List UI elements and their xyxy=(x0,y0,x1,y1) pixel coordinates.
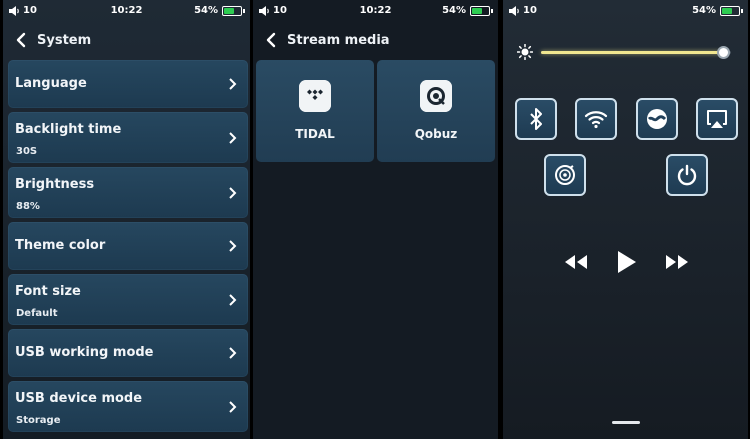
fast-forward-icon[interactable] xyxy=(664,253,690,271)
back-arrow-icon[interactable] xyxy=(11,29,33,51)
chevron-right-icon xyxy=(229,186,237,199)
streaming-icon xyxy=(647,109,667,129)
tidal-label: TIDAL xyxy=(295,127,335,141)
stream-media-screen: 10 10:22 54% Stream media TIDAL Qobuz xyxy=(253,0,498,439)
back-arrow-icon[interactable] xyxy=(261,29,283,51)
bluetooth-icon xyxy=(530,108,542,130)
brightness-slider-fill xyxy=(541,51,724,54)
tidal-icon xyxy=(299,80,331,112)
battery-icon xyxy=(470,5,493,16)
qobuz-icon xyxy=(420,80,452,112)
tidal-tile[interactable]: TIDAL xyxy=(256,60,374,162)
play-icon[interactable] xyxy=(616,249,638,275)
volume-level: 10 xyxy=(523,5,537,16)
page-title: Stream media xyxy=(287,32,390,48)
setting-label: Backlight time xyxy=(15,122,122,137)
home-indicator[interactable] xyxy=(612,421,640,424)
power-icon xyxy=(677,164,697,186)
battery-percent: 54% xyxy=(194,5,218,16)
chevron-right-icon xyxy=(229,131,237,144)
status-bar: 10 10:22 54% xyxy=(253,0,498,22)
setting-brightness[interactable]: Brightness 88% xyxy=(8,167,248,218)
chevron-right-icon xyxy=(229,347,237,359)
rewind-icon[interactable] xyxy=(563,253,589,271)
stream-service-grid: TIDAL Qobuz xyxy=(256,60,496,162)
streaming-toggle[interactable] xyxy=(636,98,678,140)
page-title: System xyxy=(37,32,92,48)
setting-usb-device-mode[interactable]: USB device mode Storage xyxy=(8,381,248,432)
setting-value: Default xyxy=(16,308,58,319)
setting-value: Storage xyxy=(16,415,61,426)
setting-label: Theme color xyxy=(15,238,106,253)
wifi-icon xyxy=(584,111,608,129)
brightness-slider[interactable] xyxy=(541,46,731,59)
status-bar: 10 10:22 54% xyxy=(3,0,250,22)
setting-value: 88% xyxy=(16,201,40,212)
speaker-icon xyxy=(509,5,519,16)
chevron-right-icon xyxy=(229,240,237,252)
power-button[interactable] xyxy=(666,154,708,196)
page-header: Stream media xyxy=(253,26,498,54)
battery-percent: 54% xyxy=(692,5,716,16)
setting-font-size[interactable]: Font size Default xyxy=(8,274,248,325)
setting-language[interactable]: Language xyxy=(8,60,248,108)
brightness-slider-row xyxy=(517,42,745,62)
setting-label: USB working mode xyxy=(15,345,154,360)
settings-list: Language Backlight time 30S Brightness 8… xyxy=(8,60,248,436)
setting-label: Language xyxy=(15,76,87,91)
setting-label: Font size xyxy=(15,284,81,299)
system-screen: 10 10:22 54% System Language Backlight t… xyxy=(3,0,250,439)
control-center-screen: 10 54% xyxy=(503,0,748,439)
setting-label: Brightness xyxy=(15,177,95,192)
disc-icon xyxy=(555,165,575,185)
airplay-icon xyxy=(707,110,727,128)
status-bar: 10 54% xyxy=(503,0,748,22)
page-header: System xyxy=(3,26,250,54)
battery-icon xyxy=(222,5,245,16)
wifi-toggle[interactable] xyxy=(575,98,617,140)
chevron-right-icon xyxy=(229,78,237,90)
qobuz-tile[interactable]: Qobuz xyxy=(377,60,495,162)
chevron-right-icon xyxy=(229,400,237,413)
brightness-slider-thumb[interactable] xyxy=(717,46,731,59)
setting-usb-working-mode[interactable]: USB working mode xyxy=(8,329,248,377)
setting-value: 30S xyxy=(16,146,38,157)
chevron-right-icon xyxy=(229,293,237,306)
qobuz-label: Qobuz xyxy=(414,127,458,141)
setting-label: USB device mode xyxy=(15,391,143,406)
setting-backlight-time[interactable]: Backlight time 30S xyxy=(8,112,248,163)
bluetooth-toggle[interactable] xyxy=(515,98,557,140)
airplay-toggle[interactable] xyxy=(696,98,738,140)
battery-icon xyxy=(720,5,743,16)
brightness-sun-icon xyxy=(517,44,533,60)
battery-percent: 54% xyxy=(442,5,466,16)
disc-toggle[interactable] xyxy=(544,154,586,196)
setting-theme-color[interactable]: Theme color xyxy=(8,222,248,270)
